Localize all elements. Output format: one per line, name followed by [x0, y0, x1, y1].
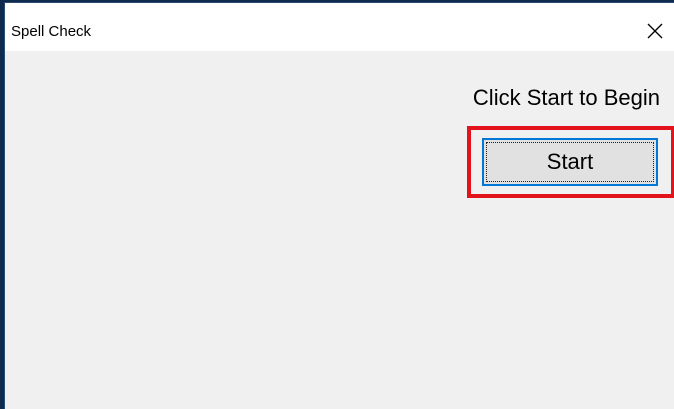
window-title: Spell Check	[11, 23, 92, 40]
close-button[interactable]	[638, 15, 672, 47]
title-bar: Spell Check	[5, 3, 674, 51]
spell-check-window: Spell Check Click Start to Begin Start	[4, 2, 674, 409]
start-button[interactable]: Start	[482, 138, 658, 186]
instruction-label: Click Start to Begin	[472, 85, 660, 110]
close-icon	[647, 23, 663, 39]
